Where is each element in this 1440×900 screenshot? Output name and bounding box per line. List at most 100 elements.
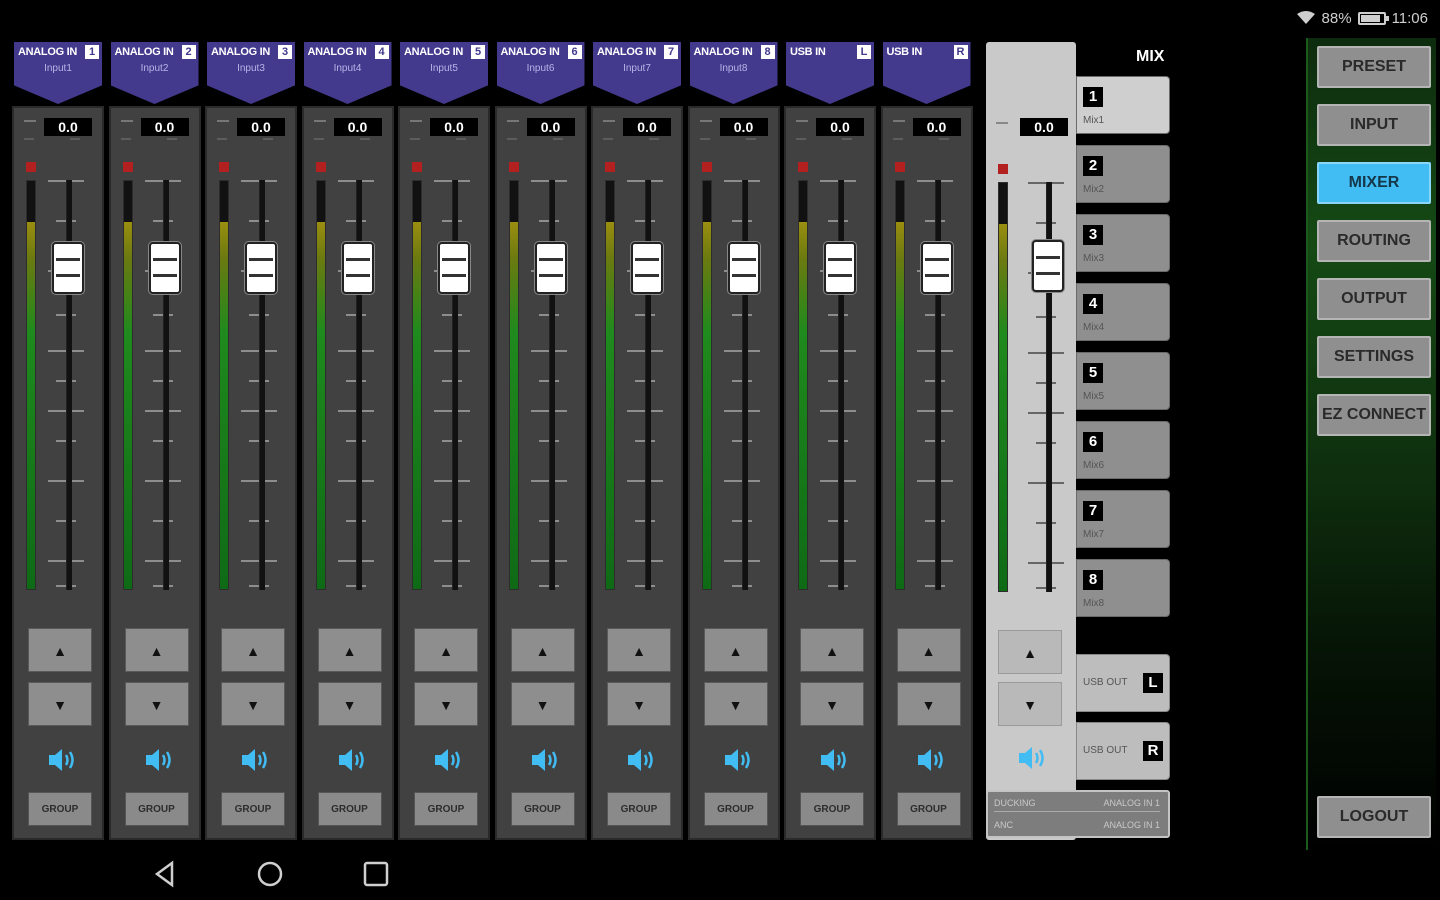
channel-header[interactable]: USB IN L [786,42,874,104]
group-button[interactable]: GROUP [414,792,478,826]
channel-header[interactable]: USB IN R [882,42,971,104]
mix-fader-handle[interactable] [1032,240,1064,292]
group-button[interactable]: GROUP [221,792,285,826]
nav-preset[interactable]: PRESET [1317,46,1431,88]
fader-handle[interactable] [824,242,856,294]
back-icon[interactable] [150,858,182,894]
fader-handle[interactable] [245,242,277,294]
channel-header[interactable]: ANALOG IN 3 Input3 [207,42,295,104]
down-button[interactable]: ▼ [221,682,285,726]
mix-item[interactable]: 5 Mix5 [1076,352,1170,410]
gain-readout[interactable]: 0.0 [333,118,382,136]
nav-ez-connect[interactable]: EZ CONNECT [1317,394,1431,436]
group-button[interactable]: GROUP [510,792,575,826]
channel-number: 1 [85,45,99,59]
mix-item[interactable]: 8 Mix8 [1076,559,1170,617]
fader-handle[interactable] [341,242,374,294]
level-meter [701,180,712,590]
gain-readout[interactable]: 0.0 [719,118,768,136]
ducking-panel[interactable]: DUCKING ANALOG IN 1 ANC ANALOG IN 1 [986,790,1170,838]
speaker-icon[interactable] [623,744,657,776]
fader-handle[interactable] [52,242,84,294]
mix-item[interactable]: 6 Mix6 [1076,421,1170,479]
nav-settings[interactable]: SETTINGS [1317,336,1431,378]
mix-up-button[interactable]: ▲ [998,630,1062,674]
group-button[interactable]: GROUP [28,792,92,826]
speaker-icon[interactable] [527,744,561,776]
fader-handle[interactable] [534,242,567,294]
nav-input[interactable]: INPUT [1317,104,1431,146]
fader-handle[interactable] [727,242,760,294]
mix-item[interactable]: 7 Mix7 [1076,490,1170,548]
channel-header[interactable]: ANALOG IN 1 Input1 [14,42,102,104]
speaker-icon[interactable] [430,744,464,776]
home-icon[interactable] [254,858,286,894]
down-button[interactable]: ▼ [800,682,864,726]
up-button[interactable]: ▲ [510,628,575,672]
speaker-icon[interactable] [237,744,271,776]
nav-output[interactable]: OUTPUT [1317,278,1431,320]
down-button[interactable]: ▼ [607,682,671,726]
channel-header[interactable]: ANALOG IN 7 Input7 [593,42,681,104]
group-button[interactable]: GROUP [607,792,671,826]
group-button[interactable]: GROUP [896,792,961,826]
mix-item[interactable]: 4 Mix4 [1076,283,1170,341]
gain-readout[interactable]: 0.0 [912,118,961,136]
down-button[interactable]: ▼ [703,682,768,726]
group-button[interactable]: GROUP [800,792,864,826]
speaker-icon[interactable] [816,744,850,776]
down-button[interactable]: ▼ [124,682,189,726]
up-button[interactable]: ▲ [28,628,92,672]
speaker-icon[interactable] [720,744,754,776]
speaker-icon[interactable] [334,744,368,776]
group-button[interactable]: GROUP [317,792,382,826]
gain-readout[interactable]: 0.0 [526,118,575,136]
channel-header[interactable]: ANALOG IN 5 Input5 [400,42,488,104]
channel-header[interactable]: ANALOG IN 8 Input8 [689,42,778,104]
speaker-icon[interactable] [913,744,947,776]
channel-header[interactable]: ANALOG IN 6 Input6 [496,42,585,104]
gain-readout[interactable]: 0.0 [623,118,671,136]
mix-item[interactable]: 1 Mix1 [1076,76,1170,134]
mix-item[interactable]: 3 Mix3 [1076,214,1170,272]
recents-icon[interactable] [360,858,392,894]
channel-header[interactable]: ANALOG IN 4 Input4 [303,42,392,104]
gain-readout[interactable]: 0.0 [44,118,92,136]
gain-readout[interactable]: 0.0 [430,118,478,136]
down-button[interactable]: ▼ [28,682,92,726]
mix-down-button[interactable]: ▼ [998,682,1062,726]
mix-speaker-icon[interactable] [1014,742,1048,774]
gain-readout[interactable]: 0.0 [816,118,864,136]
up-button[interactable]: ▲ [896,628,961,672]
channel-header[interactable]: ANALOG IN 2 Input2 [110,42,199,104]
up-button[interactable]: ▲ [221,628,285,672]
down-button[interactable]: ▼ [414,682,478,726]
group-button[interactable]: GROUP [703,792,768,826]
mix-item[interactable]: 2 Mix2 [1076,145,1170,203]
logout-button[interactable]: LOGOUT [1317,796,1431,838]
up-button[interactable]: ▲ [414,628,478,672]
up-button[interactable]: ▲ [124,628,189,672]
mix-gain-readout[interactable]: 0.0 [1020,118,1068,136]
up-button[interactable]: ▲ [800,628,864,672]
usb-out-l[interactable]: USB OUT L [1076,654,1170,712]
up-button[interactable]: ▲ [607,628,671,672]
speaker-icon[interactable] [141,744,175,776]
usb-out-r[interactable]: USB OUT R [1076,722,1170,780]
gain-readout[interactable]: 0.0 [237,118,285,136]
gain-readout[interactable]: 0.0 [140,118,189,136]
nav-routing[interactable]: ROUTING [1317,220,1431,262]
fader-handle[interactable] [148,242,181,294]
fader-handle[interactable] [438,242,470,294]
nav-mixer[interactable]: MIXER [1317,162,1431,204]
fader-handle[interactable] [631,242,663,294]
speaker-icon[interactable] [44,744,78,776]
down-button[interactable]: ▼ [510,682,575,726]
channel-body: 0.0 ▲ ▼ GROUP [494,106,587,840]
down-button[interactable]: ▼ [896,682,961,726]
up-button[interactable]: ▲ [703,628,768,672]
group-button[interactable]: GROUP [124,792,189,826]
fader-handle[interactable] [920,242,953,294]
down-button[interactable]: ▼ [317,682,382,726]
up-button[interactable]: ▲ [317,628,382,672]
